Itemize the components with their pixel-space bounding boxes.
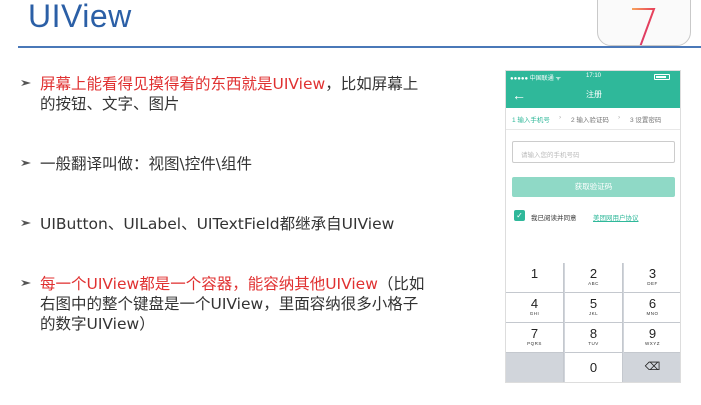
bullet-text: UIButton、UILabel、UITextField都继承自UIView	[40, 215, 395, 233]
key-letters: ABC	[588, 281, 599, 286]
key-1[interactable]: 1	[506, 263, 564, 293]
numeric-keyboard: 1 2 ABC 3 DEF 4 GHI 5 JKL 6 MNO 7 PQRS 8 TUV 9W…	[506, 263, 680, 382]
agree-label: 我已阅读并同意	[531, 215, 577, 222]
nav-bar: ← 注册	[506, 82, 680, 108]
key-letters: TUV	[588, 341, 599, 346]
arrow-bullet-icon	[21, 280, 31, 286]
carrier-label: ●●●●● 中国联通 ᯤ	[510, 76, 561, 82]
key-letters: WXYZ	[645, 341, 660, 346]
key-0[interactable]: 0	[565, 353, 623, 382]
key-letters: GHI	[529, 311, 540, 316]
key-5[interactable]: 5 JKL	[565, 293, 623, 323]
key-number: 6	[648, 296, 657, 311]
step-3: 3 设置密码	[630, 117, 662, 124]
ios7-logo-icon	[597, 0, 691, 46]
phone-number-placeholder: 请输入您的手机号码	[521, 152, 580, 159]
nav-title: 注册	[586, 90, 602, 99]
key-8[interactable]: 8 TUV	[565, 323, 623, 353]
key-blank	[506, 353, 564, 382]
key-number: 7	[530, 326, 539, 341]
step-1: 1 输入手机号	[512, 117, 550, 124]
bullet-text: ，比如屏幕上	[325, 75, 419, 93]
key-letters: JKL	[588, 311, 599, 316]
chevron-right-icon: ›	[618, 114, 621, 121]
status-bar: ●●●●● 中国联通 ᯤ 17:10	[506, 71, 680, 82]
title-divider	[18, 46, 701, 48]
key-number: 2	[589, 266, 598, 281]
backspace-icon: ⌫	[644, 361, 661, 373]
agreement-link[interactable]: 美团网用户协议	[593, 212, 639, 222]
arrow-bullet-icon	[21, 220, 31, 226]
arrow-bullet-icon	[21, 80, 31, 86]
key-9[interactable]: 9 WXYZ	[624, 323, 680, 353]
bullet-text-highlight: 每一个UIView都是一个容器，能容纳其他UIView	[40, 275, 378, 293]
key-number: 1	[530, 266, 539, 281]
key-letters: DEF	[647, 281, 658, 286]
bullet-text: 右图中的整个键盘是一个UIView，里面容纳很多小格子	[40, 295, 419, 313]
agreement-row: ✓ 我已阅读并同意 美团网用户协议	[514, 210, 674, 222]
status-time: 17:10	[586, 73, 602, 79]
phone-number-input[interactable]: 请输入您的手机号码	[512, 141, 675, 163]
key-number: 3	[648, 266, 657, 281]
key-6[interactable]: 6 MNO	[624, 293, 680, 323]
key-4[interactable]: 4 GHI	[506, 293, 564, 323]
bullet-text: 的数字UIView）	[40, 315, 155, 333]
key-number: 4	[530, 296, 539, 311]
key-number: 5	[589, 296, 598, 311]
get-code-button[interactable]: 获取验证码	[512, 177, 675, 197]
phone-screenshot: ●●●●● 中国联通 ᯤ 17:10 ← 注册 1 输入手机号 › 2 输入验证…	[505, 70, 681, 383]
key-letters: MNO	[646, 311, 659, 316]
step-indicator: 1 输入手机号 › 2 输入验证码 › 3 设置密码	[506, 111, 680, 127]
step-2: 2 输入验证码	[571, 117, 609, 124]
key-letters: PQRS	[527, 341, 542, 346]
bullet-text: （比如	[377, 275, 425, 293]
key-7[interactable]: 7 PQRS	[506, 323, 564, 353]
key-number: 9	[648, 326, 657, 341]
bullet-text-highlight: 屏幕上能看得见摸得着的东西就是UIView	[40, 75, 326, 93]
agree-checkbox[interactable]: ✓	[514, 210, 525, 221]
arrow-bullet-icon	[21, 160, 31, 166]
bullet-text: 的按钮、文字、图片	[40, 95, 180, 113]
key-3[interactable]: 3 DEF	[624, 263, 680, 293]
divider	[506, 129, 680, 130]
slide-title: UIView	[28, 0, 132, 34]
key-number: 8	[589, 326, 598, 341]
battery-icon	[654, 74, 670, 80]
chevron-right-icon: ›	[559, 114, 562, 121]
delete-key[interactable]: ⌫	[624, 353, 680, 382]
bullet-text: 一般翻译叫做：视图\控件\组件	[40, 155, 252, 173]
key-2[interactable]: 2 ABC	[565, 263, 623, 293]
key-number: 0	[589, 360, 598, 375]
